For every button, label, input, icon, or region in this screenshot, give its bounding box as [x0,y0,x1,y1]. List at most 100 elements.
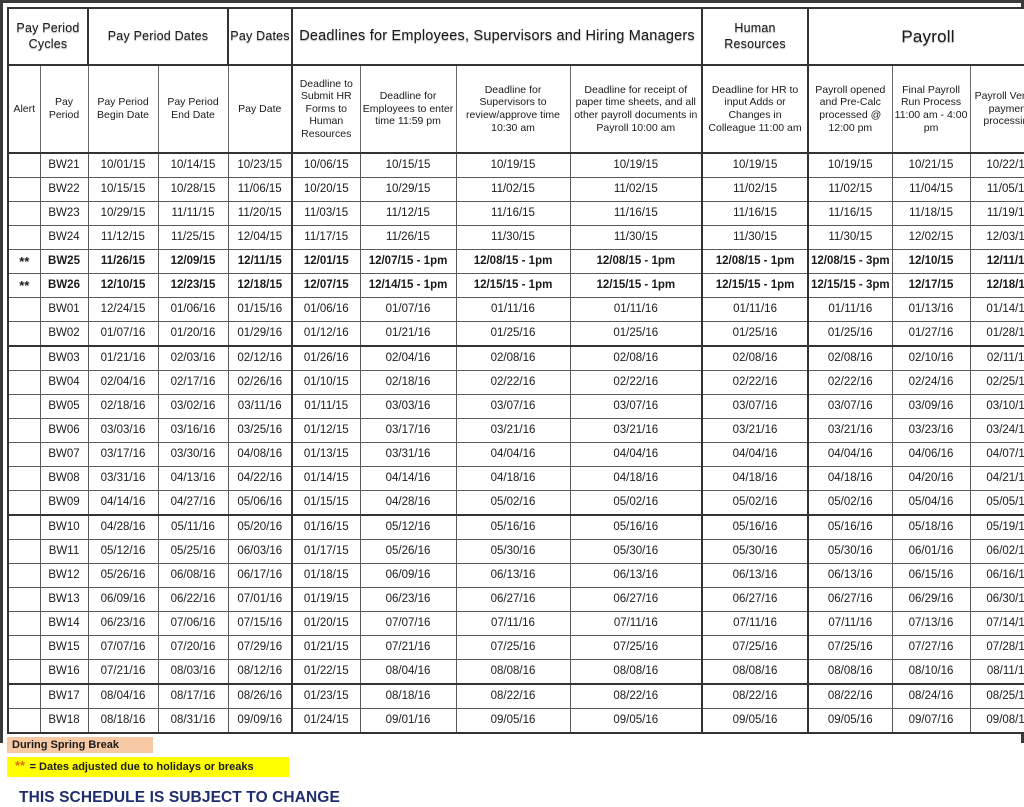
pay-period-end-cell: 03/30/16 [157,442,229,467]
payroll-vendor-cell: 01/28/16 [969,321,1024,347]
payroll-vendor-cell: 01/14/16 [969,297,1024,322]
payroll-vendor-cell: 07/28/16 [969,635,1024,660]
pay-date-cell: 12/18/15 [227,273,294,298]
payroll-vendor-cell: 06/16/16 [969,563,1024,588]
alert-cell [7,177,41,202]
table-row: BW15 07/07/16 07/20/16 07/29/16 01/21/15 07/2… [7,635,1024,660]
hr-forms-deadline-cell: 01/11/15 [291,394,361,419]
final-payroll-run-cell: 01/27/16 [891,321,971,347]
alert-cell [7,442,41,467]
pay-period-begin-cell: 04/28/16 [87,514,159,540]
pay-date-cell: 05/20/16 [227,514,294,540]
pay-date-cell: 01/15/16 [227,297,294,322]
pay-period-end-cell: 10/14/15 [157,152,229,178]
final-payroll-run-cell: 03/09/16 [891,394,971,419]
hr-forms-deadline-cell: 01/23/15 [291,683,361,709]
pay-period-cell: BW11 [39,539,89,564]
payroll-precalc-cell: 09/05/16 [807,708,893,734]
alert-cell [7,418,41,443]
pay-date-cell: 03/25/16 [227,418,294,443]
alert-cell [7,683,41,709]
hr-forms-deadline-cell: 11/03/15 [291,201,361,226]
table-row: BW10 04/28/16 05/11/16 05/20/16 01/16/15 05/1… [7,514,1024,540]
paper-timesheets-cell: 08/22/16 [569,683,704,709]
alert-cell [7,587,41,612]
payroll-precalc-cell: 07/25/16 [807,635,893,660]
column-header-pay-period-end-date: Pay Period End Date [157,64,229,154]
payroll-precalc-cell: 03/07/16 [807,394,893,419]
alert-cell: ** [7,249,41,274]
table-row: BW05 02/18/16 03/02/16 03/11/16 01/11/15 03/0… [7,394,1024,419]
pay-period-end-cell: 12/23/15 [157,273,229,298]
supervisor-approval-cell: 02/22/16 [455,370,571,395]
pay-period-begin-cell: 12/24/15 [87,297,159,322]
table-row: BW16 07/21/16 08/03/16 08/12/16 01/22/15 08/0… [7,659,1024,685]
employee-time-deadline-cell: 03/17/16 [359,418,457,443]
employee-time-deadline-cell: 05/12/16 [359,514,457,540]
hr-forms-deadline-cell: 01/06/16 [291,297,361,322]
hr-forms-deadline-cell: 01/13/15 [291,442,361,467]
paper-timesheets-cell: 06/13/16 [569,563,704,588]
employee-time-deadline-cell: 11/12/15 [359,201,457,226]
payroll-vendor-cell: 06/02/16 [969,539,1024,564]
pay-date-cell: 09/09/16 [227,708,294,734]
pay-date-cell: 11/20/15 [227,201,294,226]
alert-cell [7,394,41,419]
pay-period-end-cell: 08/17/16 [157,683,229,709]
payroll-vendor-cell: 05/19/16 [969,514,1024,540]
hr-adds-changes-cell: 07/11/16 [701,611,810,636]
payroll-vendor-cell: 11/19/15 [969,201,1024,226]
alert-cell: ** [7,273,41,298]
payroll-precalc-cell: 02/22/16 [807,370,893,395]
supervisor-approval-cell: 09/05/16 [455,708,571,734]
payroll-precalc-cell: 11/30/15 [807,225,893,250]
pay-period-begin-cell: 05/26/16 [87,563,159,588]
pay-period-begin-cell: 11/12/15 [87,225,159,250]
table-row: BW03 01/21/16 02/03/16 02/12/16 01/26/16 02/0… [7,345,1024,371]
final-payroll-run-cell: 07/27/16 [891,635,971,660]
pay-period-end-cell: 01/06/16 [157,297,229,322]
payroll-precalc-cell: 08/08/16 [807,659,893,685]
paper-timesheets-cell: 11/02/15 [569,177,704,202]
table-row: BW21 10/01/15 10/14/15 10/23/15 10/06/15 10/1… [7,152,1024,178]
paper-timesheets-cell: 07/25/16 [569,635,704,660]
employee-time-deadline-cell: 03/31/16 [359,442,457,467]
employee-time-deadline-cell: 10/29/15 [359,177,457,202]
payroll-vendor-cell: 11/05/15 [969,177,1024,202]
hr-adds-changes-cell: 04/04/16 [701,442,810,467]
final-payroll-run-cell: 10/21/15 [891,152,971,178]
pay-period-cell: BW12 [39,563,89,588]
paper-timesheets-cell: 03/21/16 [569,418,704,443]
supervisor-approval-cell: 01/25/16 [455,321,571,347]
paper-timesheets-cell: 05/16/16 [569,514,704,540]
pay-period-begin-cell: 07/07/16 [87,635,159,660]
hr-forms-deadline-cell: 01/20/15 [291,611,361,636]
supervisor-approval-cell: 01/11/16 [455,297,571,322]
pay-period-cell: BW04 [39,370,89,395]
hr-forms-deadline-cell: 01/14/15 [291,466,361,491]
payroll-precalc-cell: 11/16/15 [807,201,893,226]
hr-forms-deadline-cell: 10/20/15 [291,177,361,202]
column-header-pay-period: Pay Period [39,64,89,154]
pay-period-cell: BW05 [39,394,89,419]
supervisor-approval-cell: 02/08/16 [455,345,571,371]
employee-time-deadline-cell: 11/26/15 [359,225,457,250]
supervisor-approval-cell: 03/21/16 [455,418,571,443]
payroll-vendor-cell: 04/21/16 [969,466,1024,491]
paper-timesheets-cell: 01/25/16 [569,321,704,347]
supervisor-approval-cell: 08/22/16 [455,683,571,709]
supervisor-approval-cell: 11/16/15 [455,201,571,226]
hr-forms-deadline-cell: 01/12/15 [291,418,361,443]
employee-time-deadline-cell: 03/03/16 [359,394,457,419]
table-row: BW09 04/14/16 04/27/16 05/06/16 01/15/15 04/2… [7,490,1024,516]
pay-period-begin-cell: 10/15/15 [87,177,159,202]
table-row: BW01 12/24/15 01/06/16 01/15/16 01/06/16 01/0… [7,297,1024,322]
pay-date-cell: 10/23/15 [227,152,294,178]
supervisor-approval-cell: 04/04/16 [455,442,571,467]
payroll-schedule-sheet: Pay Period Cycles Pay Period Dates Pay Dat… [0,0,1024,806]
legend-footer: During Spring Break ** = Dates adjusted … [7,735,1017,807]
payroll-vendor-cell: 07/14/16 [969,611,1024,636]
final-payroll-run-cell: 05/04/16 [891,490,971,516]
final-payroll-run-cell: 11/18/15 [891,201,971,226]
group-header-deadlines: Deadlines for Employees, Supervisors and… [291,7,704,66]
